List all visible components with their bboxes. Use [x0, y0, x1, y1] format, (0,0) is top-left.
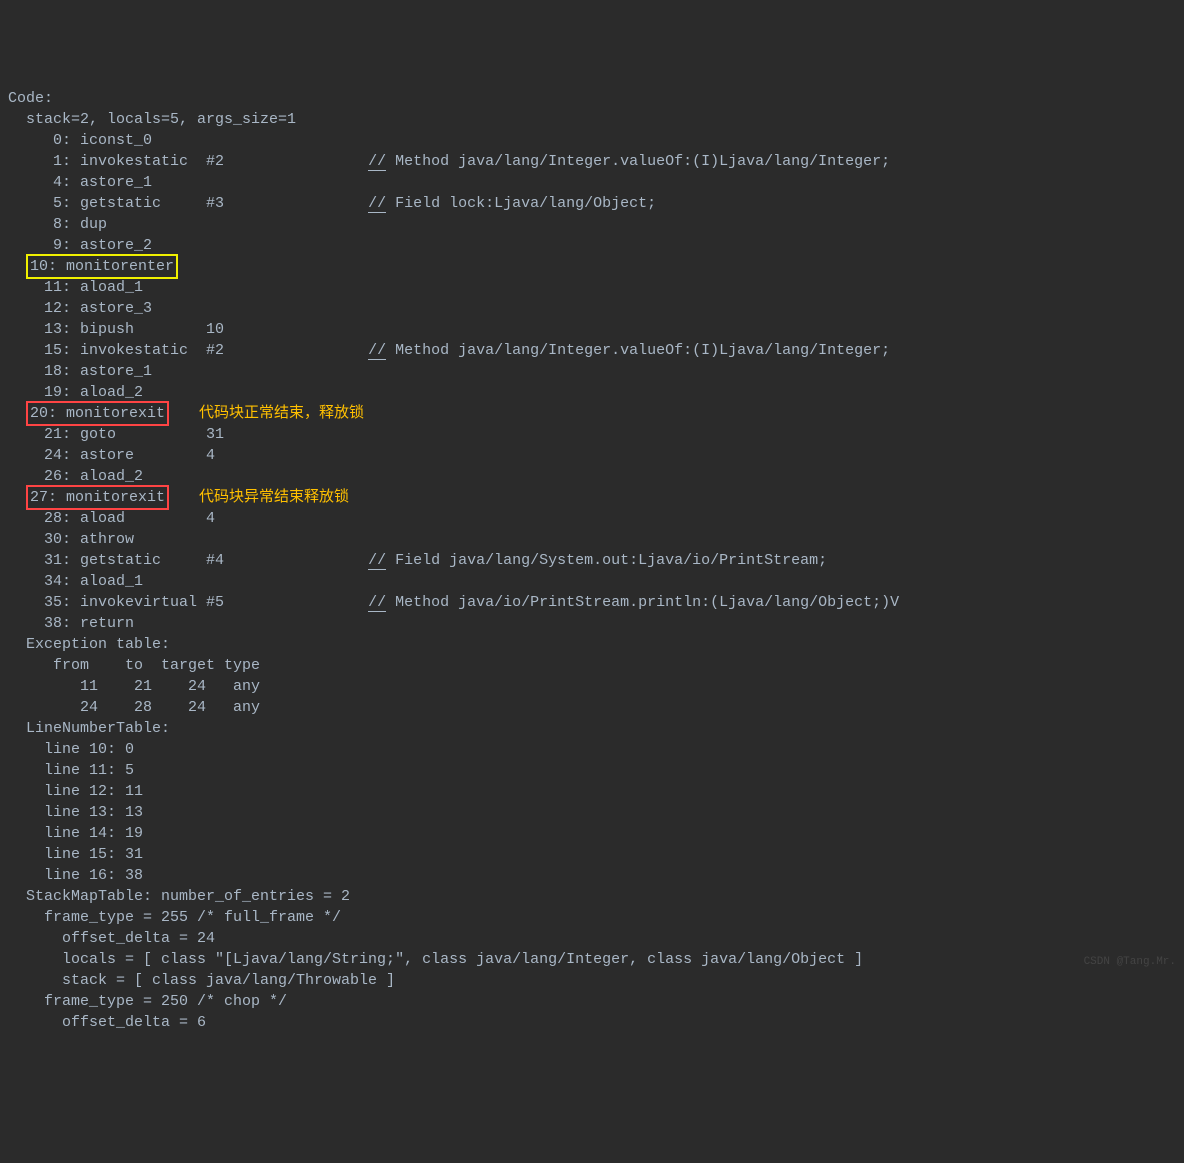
- bytecode-instruction: 26: aload_2: [8, 466, 1176, 487]
- stack-map-row: offset_delta = 6: [8, 1012, 1176, 1033]
- line-number-row: line 10: 0: [8, 739, 1176, 760]
- monitorexit-highlight: 20: monitorexit: [26, 401, 169, 426]
- line-number-row: line 15: 31: [8, 844, 1176, 865]
- bytecode-instruction: 38: return: [8, 613, 1176, 634]
- bytecode-instruction: 15: invokestatic #2 // Method java/lang/…: [8, 340, 1176, 361]
- line-number-row: line 12: 11: [8, 781, 1176, 802]
- line-number-row: line 11: 5: [8, 760, 1176, 781]
- bytecode-instruction: 31: getstatic #4 // Field java/lang/Syst…: [8, 550, 1176, 571]
- comment-slash: //: [368, 342, 386, 360]
- bytecode-instruction: 11: aload_1: [8, 277, 1176, 298]
- comment-slash: //: [368, 153, 386, 171]
- bytecode-instruction: 10: monitorenter: [8, 256, 1176, 277]
- bytecode-instruction: 4: astore_1: [8, 172, 1176, 193]
- stack-map-row: locals = [ class "[Ljava/lang/String;", …: [8, 949, 1176, 970]
- comment-slash: //: [368, 594, 386, 612]
- exception-table-row: 24 28 24 any: [8, 697, 1176, 718]
- comment-slash: //: [368, 195, 386, 213]
- line-number-row: line 16: 38: [8, 865, 1176, 886]
- bytecode-instruction: 35: invokevirtual #5 // Method java/io/P…: [8, 592, 1176, 613]
- line-number-row: line 14: 19: [8, 823, 1176, 844]
- bytecode-instruction: 28: aload 4: [8, 508, 1176, 529]
- stack-map-row: offset_delta = 24: [8, 928, 1176, 949]
- bytecode-instruction: 34: aload_1: [8, 571, 1176, 592]
- bytecode-instruction: 19: aload_2: [8, 382, 1176, 403]
- bytecode-instruction: 21: goto 31: [8, 424, 1176, 445]
- bytecode-instruction: 13: bipush 10: [8, 319, 1176, 340]
- stack-map-row: frame_type = 255 /* full_frame */: [8, 907, 1176, 928]
- line-number-row: line 13: 13: [8, 802, 1176, 823]
- stack-map-row: frame_type = 250 /* chop */: [8, 991, 1176, 1012]
- comment-slash: //: [368, 552, 386, 570]
- exception-table-row: 11 21 24 any: [8, 676, 1176, 697]
- code-label: Code:: [8, 88, 1176, 109]
- monitorenter-highlight: 10: monitorenter: [26, 254, 178, 279]
- bytecode-instruction: 18: astore_1: [8, 361, 1176, 382]
- stack-map-row: stack = [ class java/lang/Throwable ]: [8, 970, 1176, 991]
- watermark-text: CSDN @Tang.Mr.: [1084, 955, 1176, 970]
- bytecode-instruction: 12: astore_3: [8, 298, 1176, 319]
- bytecode-instruction: 30: athrow: [8, 529, 1176, 550]
- bytecode-instruction: 20: monitorexit 代码块正常结束，释放锁: [8, 403, 1176, 424]
- stack-map-table-title: StackMapTable: number_of_entries = 2: [8, 886, 1176, 907]
- bytecode-instruction: 1: invokestatic #2 // Method java/lang/I…: [8, 151, 1176, 172]
- annotation-text: 代码块正常结束，释放锁: [199, 405, 364, 422]
- bytecode-instruction: 8: dup: [8, 214, 1176, 235]
- bytecode-instruction: 5: getstatic #3 // Field lock:Ljava/lang…: [8, 193, 1176, 214]
- exception-table-header: from to target type: [8, 655, 1176, 676]
- exception-table-title: Exception table:: [8, 634, 1176, 655]
- bytecode-instruction: 0: iconst_0: [8, 130, 1176, 151]
- stack-info: stack=2, locals=5, args_size=1: [8, 109, 1176, 130]
- line-number-table-title: LineNumberTable:: [8, 718, 1176, 739]
- bytecode-instruction: 27: monitorexit 代码块异常结束释放锁: [8, 487, 1176, 508]
- bytecode-instruction: 24: astore 4: [8, 445, 1176, 466]
- bytecode-instruction: 9: astore_2: [8, 235, 1176, 256]
- monitorexit-highlight: 27: monitorexit: [26, 485, 169, 510]
- annotation-text: 代码块异常结束释放锁: [199, 489, 349, 506]
